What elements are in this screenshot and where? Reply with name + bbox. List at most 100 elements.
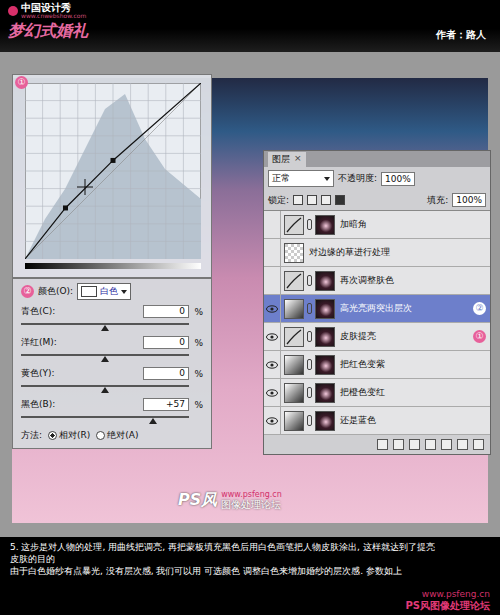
slider-label: 黄色(Y): bbox=[21, 367, 143, 380]
toolbar-button-icon[interactable] bbox=[441, 439, 452, 450]
step-badge: ② bbox=[21, 285, 34, 298]
white-swatch-icon bbox=[81, 286, 97, 297]
layer-row[interactable]: 加暗角 bbox=[264, 211, 490, 239]
opacity-field[interactable]: 100% bbox=[381, 172, 415, 186]
step-badge: ① bbox=[15, 76, 28, 89]
logo-name: 中国设计秀 bbox=[21, 3, 86, 13]
layer-thumbnail-icon bbox=[284, 299, 304, 319]
layer-name: 把橙色变红 bbox=[338, 386, 486, 399]
layer-row[interactable]: 把红色变紫 bbox=[264, 351, 490, 379]
layer-name: 加暗角 bbox=[338, 218, 486, 231]
slider-label: 青色(C): bbox=[21, 305, 143, 318]
link-icon bbox=[307, 219, 312, 230]
blend-mode-dropdown[interactable]: 正常 bbox=[268, 170, 334, 187]
lock-position-icon[interactable] bbox=[321, 195, 331, 205]
dropdown-arrow-icon bbox=[121, 290, 127, 294]
eye-icon bbox=[266, 389, 278, 397]
layer-name: 还是蓝色 bbox=[338, 414, 486, 427]
screenshot-stage: ①②颜色(O):白色青色(C):0%洋红(M):0%黄色(Y):0%黑色(B):… bbox=[0, 52, 500, 537]
layer-row[interactable]: 对边缘的草进行处理 bbox=[264, 239, 490, 267]
watermark-logo: PS风 bbox=[178, 490, 217, 511]
toolbar-button-icon[interactable] bbox=[425, 439, 436, 450]
toolbar-button-icon[interactable] bbox=[457, 439, 468, 450]
visibility-toggle[interactable] bbox=[264, 239, 281, 266]
layer-mask-icon bbox=[315, 327, 335, 347]
caption-line: 5. 这步是对人物的处理, 用曲线把调亮, 再把蒙板填充黑色后用白色画笔把人物皮… bbox=[10, 541, 490, 553]
eye-icon bbox=[266, 333, 278, 341]
layer-row[interactable]: 把橙色变红 bbox=[264, 379, 490, 407]
link-icon bbox=[307, 359, 312, 370]
slider-value-field[interactable]: 0 bbox=[143, 367, 189, 380]
close-button[interactable]: × bbox=[294, 153, 302, 166]
toolbar-button-icon[interactable] bbox=[409, 439, 420, 450]
input-gradient bbox=[25, 263, 201, 269]
slider-track[interactable] bbox=[21, 416, 189, 418]
footer-name: PS风图像处理论坛 bbox=[405, 600, 490, 612]
lock-transparency-icon[interactable] bbox=[293, 195, 303, 205]
radio-icon bbox=[48, 431, 57, 440]
visibility-toggle[interactable] bbox=[264, 267, 281, 294]
toolbar-button-icon[interactable] bbox=[473, 439, 484, 450]
visibility-toggle[interactable] bbox=[264, 323, 281, 350]
page: 中国设计秀www.cnwebshow.com梦幻式婚礼作者：路人 ① ② 颜色(O):… bbox=[0, 0, 500, 615]
slider-track[interactable] bbox=[21, 323, 189, 325]
layer-row[interactable]: 再次调整肤色 bbox=[264, 267, 490, 295]
visibility-toggle[interactable] bbox=[264, 211, 281, 238]
percent-sign: % bbox=[189, 369, 203, 379]
step-badge: ② bbox=[473, 302, 486, 315]
author: 作者：路人 bbox=[436, 28, 492, 42]
logo-icon bbox=[8, 6, 18, 16]
slider-track[interactable] bbox=[21, 385, 189, 387]
layer-thumbnail-icon bbox=[284, 383, 304, 403]
toolbar-button-icon[interactable] bbox=[377, 439, 388, 450]
watermark: PS风www.psfeng.cn图像处理论坛 bbox=[178, 490, 282, 511]
site-logo[interactable]: 中国设计秀www.cnwebshow.com bbox=[8, 3, 492, 19]
method-row: 方法:相对(R)绝对(A) bbox=[21, 427, 203, 442]
layer-name: 对边缘的草进行处理 bbox=[307, 246, 486, 259]
radio-icon bbox=[96, 431, 105, 440]
visibility-toggle[interactable] bbox=[264, 295, 281, 322]
layer-row[interactable]: 还是蓝色 bbox=[264, 407, 490, 435]
visibility-toggle[interactable] bbox=[264, 379, 281, 406]
color-slider: 洋红(M):0% bbox=[21, 334, 203, 362]
layer-row[interactable]: 皮肤提亮① bbox=[264, 323, 490, 351]
method-radio[interactable]: 相对(R) bbox=[48, 429, 90, 442]
layer-thumbnail-icon bbox=[284, 355, 304, 375]
toolbar-button-icon[interactable] bbox=[393, 439, 404, 450]
colors-dropdown[interactable]: 白色 bbox=[77, 283, 131, 300]
slider-value-field[interactable]: +57 bbox=[143, 398, 189, 411]
method-radio[interactable]: 绝对(A) bbox=[96, 429, 138, 442]
percent-sign: % bbox=[189, 307, 203, 317]
layer-name: 皮肤提亮 bbox=[338, 330, 470, 343]
caption: 5. 这步是对人物的处理, 用曲线把调亮, 再把蒙板填充黑色后用白色画笔把人物皮… bbox=[0, 537, 500, 615]
layer-mask-icon bbox=[315, 383, 335, 403]
visibility-toggle[interactable] bbox=[264, 407, 281, 434]
layer-thumbnail-icon bbox=[284, 411, 304, 431]
visibility-toggle[interactable] bbox=[264, 351, 281, 378]
fill-field[interactable]: 100% bbox=[452, 193, 486, 207]
slider-value-field[interactable]: 0 bbox=[143, 336, 189, 349]
curve-graph[interactable] bbox=[25, 83, 201, 259]
color-slider: 黄色(Y):0% bbox=[21, 365, 203, 393]
layers-panel: 图层×正常不透明度:100%锁定:填充:100%加暗角对边缘的草进行处理再次调整… bbox=[263, 150, 491, 455]
dropdown-arrow-icon bbox=[324, 177, 330, 181]
lock-all-icon[interactable] bbox=[335, 195, 345, 205]
layer-mask-icon bbox=[315, 215, 335, 235]
slider-thumb-icon[interactable] bbox=[101, 387, 109, 393]
slider-track[interactable] bbox=[21, 354, 189, 356]
footer-url[interactable]: www.psfeng.cn bbox=[422, 589, 490, 600]
layers-toolbar bbox=[264, 435, 490, 454]
layers-tab[interactable]: 图层× bbox=[268, 152, 306, 167]
selective-color-panel: ②颜色(O):白色青色(C):0%洋红(M):0%黄色(Y):0%黑色(B):+… bbox=[12, 278, 212, 449]
layer-list: 加暗角对边缘的草进行处理再次调整肤色高光亮两突出层次②皮肤提亮①把红色变紫把橙色… bbox=[264, 210, 490, 435]
layer-name: 再次调整肤色 bbox=[338, 274, 486, 287]
layer-thumbnail-icon bbox=[284, 327, 304, 347]
slider-thumb-icon[interactable] bbox=[101, 356, 109, 362]
header: 中国设计秀www.cnwebshow.com梦幻式婚礼作者：路人 bbox=[0, 0, 500, 52]
layer-row[interactable]: 高光亮两突出层次② bbox=[264, 295, 490, 323]
lock-pixels-icon[interactable] bbox=[307, 195, 317, 205]
colors-label: 颜色(O): bbox=[38, 285, 73, 298]
slider-value-field[interactable]: 0 bbox=[143, 305, 189, 318]
slider-thumb-icon[interactable] bbox=[149, 418, 157, 424]
slider-thumb-icon[interactable] bbox=[101, 325, 109, 331]
